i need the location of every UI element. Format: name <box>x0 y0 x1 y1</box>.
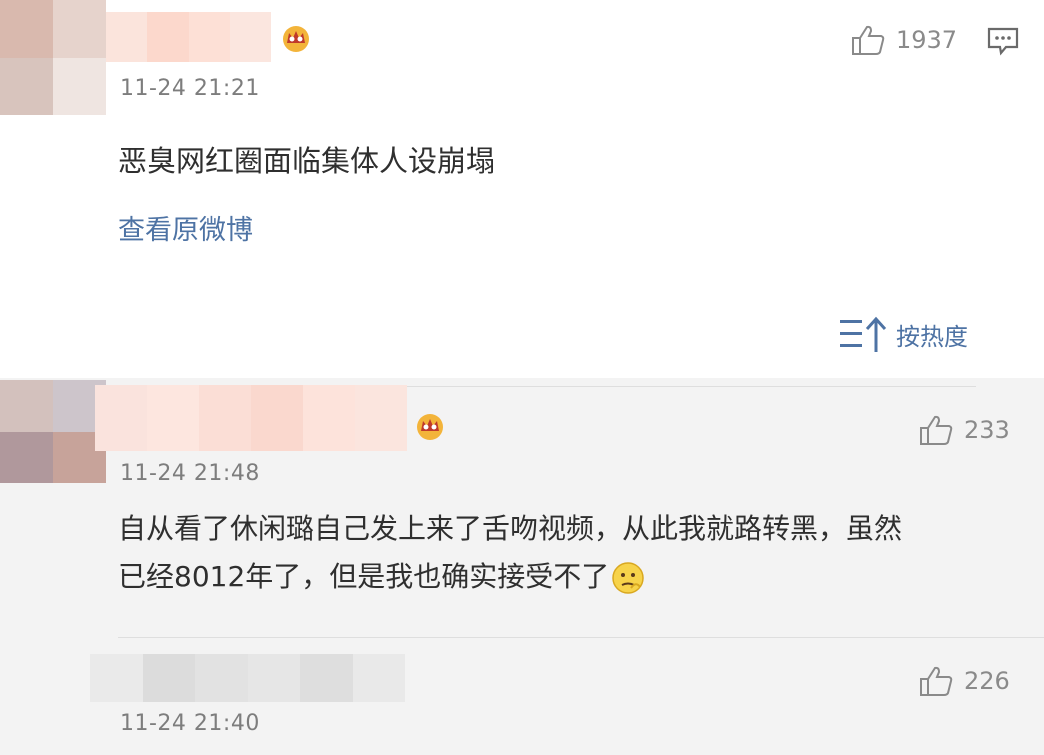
comment-timestamp: 11-24 21:40 <box>120 711 260 736</box>
comment-avatar[interactable] <box>0 380 106 483</box>
sort-icon <box>840 316 887 352</box>
username-blurred[interactable] <box>106 12 271 62</box>
post-timestamp: 11-24 21:21 <box>120 76 260 101</box>
sort-by-hot-button[interactable]: 按热度 <box>838 314 968 354</box>
comment-username-blurred[interactable] <box>90 654 405 702</box>
comment-like-count: 226 <box>964 667 1010 695</box>
comment-timestamp: 11-24 21:48 <box>120 461 260 486</box>
comment-like-button[interactable]: 226 <box>918 665 1010 697</box>
comment-icon[interactable] <box>986 26 1020 56</box>
vip-crown-icon <box>417 414 443 440</box>
post-like-count: 1937 <box>896 26 958 54</box>
vip-crown-icon <box>283 26 309 52</box>
avatar[interactable] <box>0 0 106 115</box>
comment-username-blurred[interactable] <box>95 385 407 451</box>
comment-like-count: 233 <box>964 416 1010 444</box>
thumbs-up-icon <box>920 415 953 445</box>
comment-text-line1: 自从看了休闲璐自己发上来了舌吻视频，从此我就路转黑，虽然 <box>118 512 903 545</box>
thinking-emoji-icon <box>612 562 645 594</box>
thumbs-up-icon <box>920 666 953 696</box>
post-text: 恶臭网红圈面临集体人设崩塌 <box>118 144 496 178</box>
comment-text-line2-wrapper: 已经8012年了，但是我也确实接受不了 <box>118 552 645 602</box>
thumbs-up-icon <box>852 25 885 55</box>
sort-label: 按热度 <box>896 322 968 351</box>
divider <box>118 637 1044 638</box>
view-original-link[interactable]: 查看原微博 <box>118 208 253 247</box>
post-like-button[interactable]: 1937 <box>850 24 957 56</box>
comment-text-line2: 已经8012年了，但是我也确实接受不了 <box>118 560 610 593</box>
comment-like-button[interactable]: 233 <box>918 414 1010 446</box>
